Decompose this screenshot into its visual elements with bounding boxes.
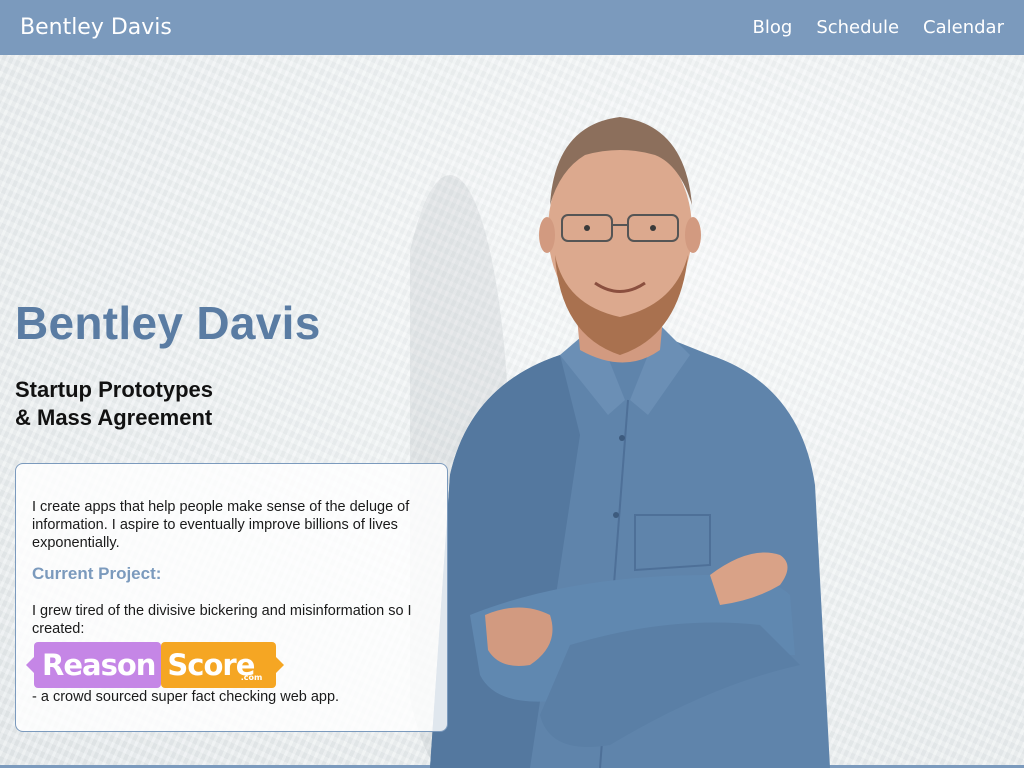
hero-title: Bentley Davis: [15, 297, 321, 349]
hero-tagline: Startup Prototypes & Mass Agreement: [15, 376, 213, 432]
brand-link[interactable]: Bentley Davis: [20, 15, 172, 40]
logo-score-part: Score .com: [161, 642, 285, 688]
project-description: - a crowd sourced super fact checking we…: [32, 689, 340, 705]
nav-link-schedule[interactable]: Schedule: [816, 17, 899, 38]
nav-link-calendar[interactable]: Calendar: [923, 17, 1004, 38]
logo-dotcom-text: .com: [240, 673, 263, 682]
tagline-line-1: Startup Prototypes: [15, 377, 214, 402]
current-project-heading: Current Project:: [32, 564, 162, 583]
portrait-photo: [410, 117, 830, 768]
logo-reason-part: Reason: [25, 642, 162, 688]
nav-link-blog[interactable]: Blog: [753, 17, 793, 38]
intro-card: I create apps that help people make sens…: [15, 463, 448, 732]
navbar: Bentley Davis Blog Schedule Calendar: [0, 0, 1024, 55]
reasonscore-logo-link[interactable]: Reason Score .com: [25, 642, 285, 688]
project-lead-text: I grew tired of the divisive bickering a…: [32, 603, 412, 637]
tagline-line-2: & Mass Agreement: [15, 405, 213, 430]
intro-text: I create apps that help people make sens…: [32, 499, 410, 551]
nav-links: Blog Schedule Calendar: [753, 17, 1004, 38]
